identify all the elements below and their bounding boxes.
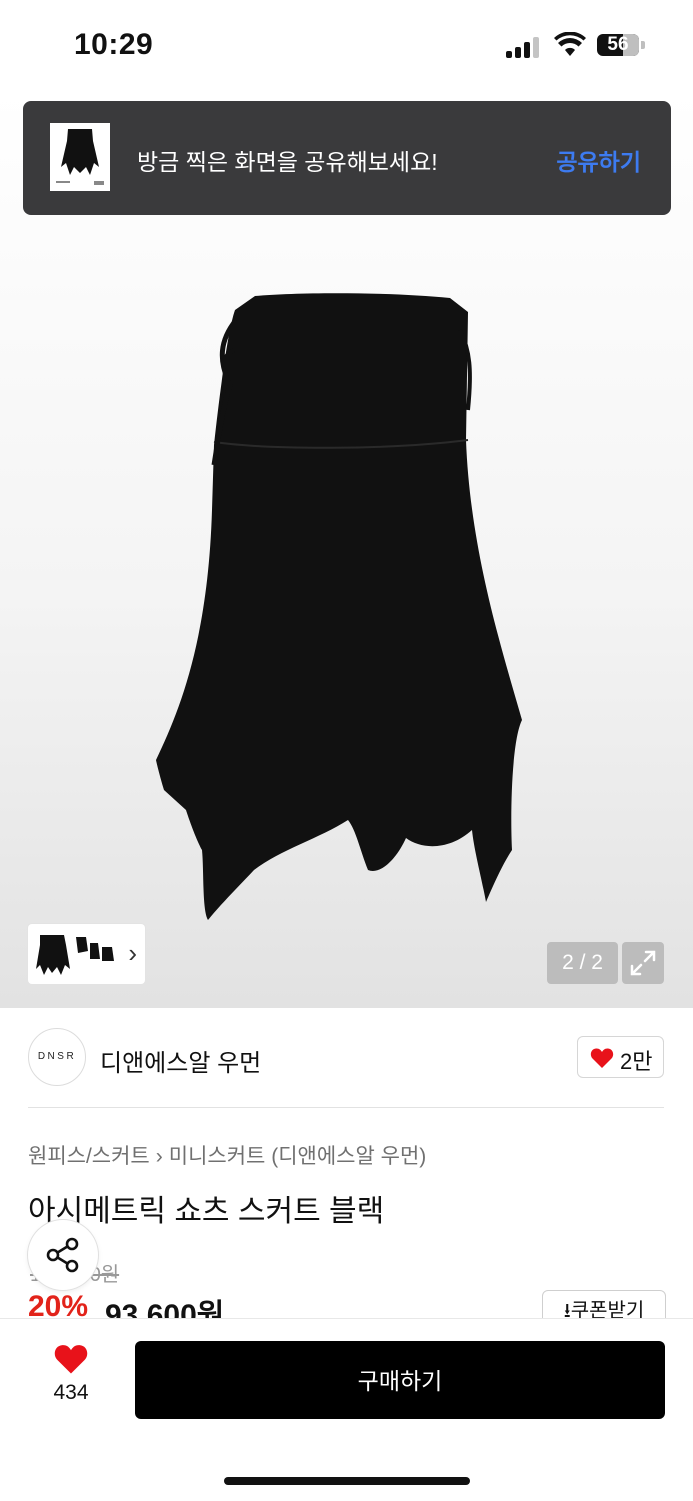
breadcrumb-subcategory[interactable]: 미니스커트 (디앤에스알 우먼) [169, 1145, 427, 1168]
divider [28, 1107, 664, 1108]
status-bar: 10:29 56 [0, 0, 693, 90]
discount-rate: 20% [28, 1290, 89, 1318]
breadcrumb-separator: › [155, 1145, 163, 1168]
status-time: 10:29 [74, 28, 154, 61]
share-toast-action[interactable]: 공유하기 [556, 143, 641, 177]
share-toast-message: 방금 찍은 화면을 공유해보세요! [137, 149, 438, 175]
brand-like-count: 2만 [620, 1049, 653, 1074]
product-gallery[interactable]: 방금 찍은 화면을 공유해보세요! 공유하기 › 2 / 2 [0, 90, 693, 1008]
battery-level: 56 [607, 34, 629, 55]
product-image [156, 293, 522, 920]
breadcrumb-category[interactable]: 원피스/스커트 [28, 1145, 150, 1168]
brand-like-button[interactable]: 2만 [577, 1036, 664, 1078]
home-indicator[interactable] [224, 1477, 470, 1485]
expand-button[interactable] [622, 942, 664, 984]
wishlist-button[interactable]: 434 [35, 1343, 107, 1413]
battery-tip [641, 41, 645, 49]
bottom-bar: 434 구매하기 [0, 1318, 693, 1501]
heart-icon [54, 1345, 88, 1374]
wifi-icon [554, 32, 586, 56]
product-title: 아시메트릭 쇼츠 스커트 블랙 [28, 1195, 385, 1228]
cellular-signal-icon [506, 36, 542, 58]
share-icon [46, 1237, 79, 1273]
battery-icon: 56 [597, 34, 639, 56]
page-indicator: 2 / 2 [547, 942, 618, 984]
brand-row[interactable]: DNSR 디앤에스알 우먼 2만 [0, 1008, 693, 1108]
thumbnail-images[interactable] [32, 929, 118, 979]
buy-button[interactable]: 구매하기 [135, 1341, 665, 1419]
sale-price: 93,600원 [105, 1299, 225, 1318]
share-button[interactable] [28, 1220, 98, 1290]
brand-logo[interactable]: DNSR [28, 1028, 86, 1086]
expand-icon [630, 950, 656, 976]
wishlist-count: 434 [53, 1381, 89, 1404]
brand-name[interactable]: 디앤에스알 우먼 [100, 1043, 261, 1078]
breadcrumb: 원피스/스커트 › 미니스커트 (디앤에스알 우먼) [28, 1140, 426, 1170]
chevron-right-icon[interactable]: › [128, 938, 137, 969]
share-toast[interactable]: 방금 찍은 화면을 공유해보세요! 공유하기 [23, 101, 671, 215]
screenshot-thumbnail[interactable] [50, 123, 110, 191]
heart-icon [590, 1048, 614, 1068]
thumbnail-strip[interactable]: › [28, 924, 145, 984]
